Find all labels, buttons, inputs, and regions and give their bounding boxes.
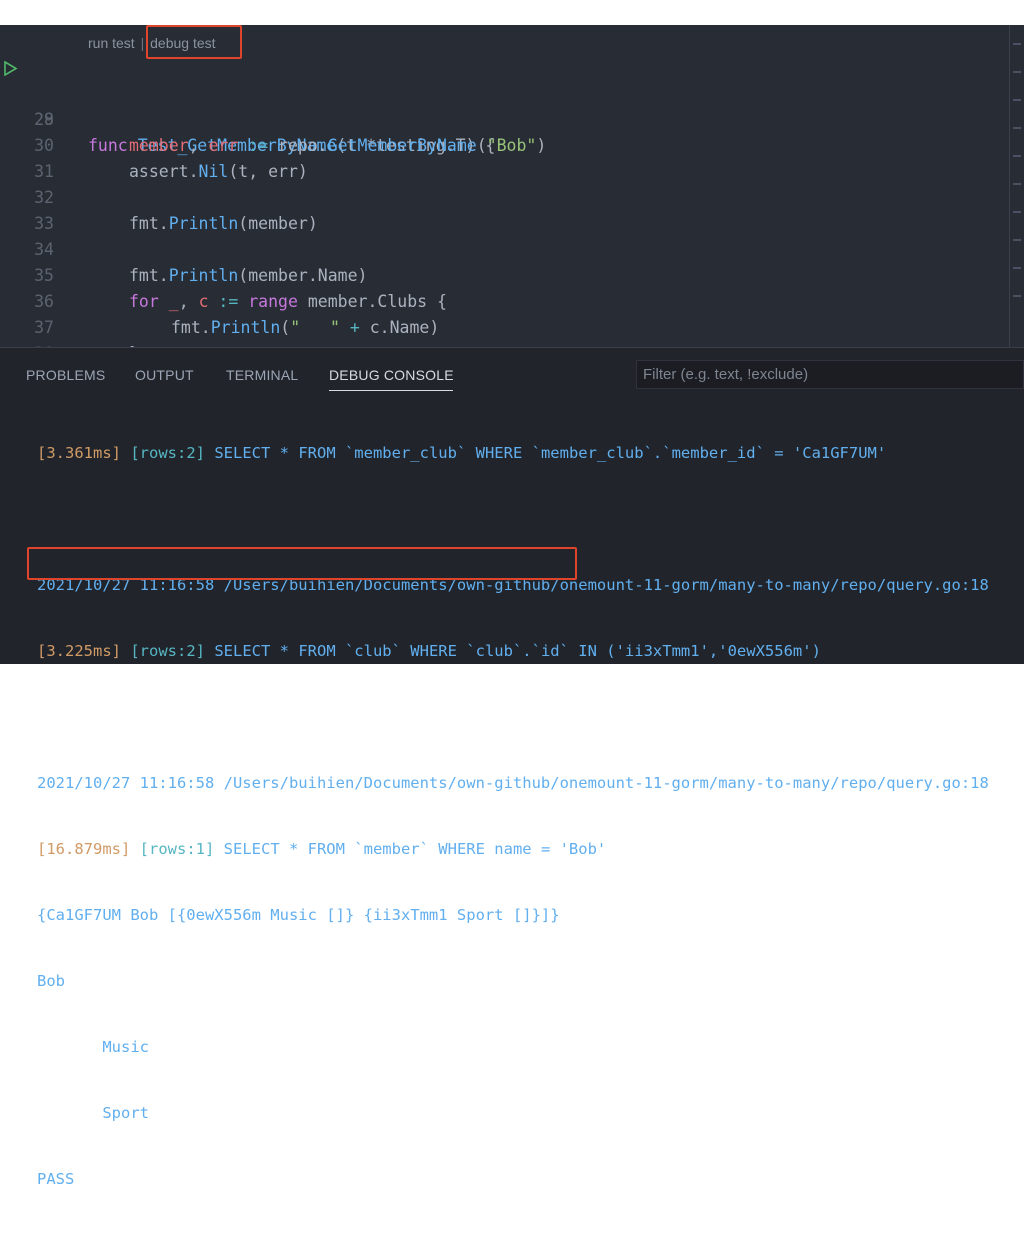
debug-test-link[interactable]: debug test <box>150 35 215 51</box>
code-line-38: 38 } <box>0 315 54 347</box>
console-line: [16.879ms] [rows:1] SELECT * FROM `membe… <box>37 840 607 858</box>
code-line-33: 33 <box>0 185 54 233</box>
panel-tabs: PROBLEMS OUTPUT TERMINAL DEBUG CONSOLE <box>0 348 1024 396</box>
run-test-link[interactable]: run test <box>88 35 135 51</box>
code-line-28: 28 func Test_GetMemberByName(t *testing.… <box>0 55 495 155</box>
code-line-30: 30 assert.Nil(t, err) <box>0 107 308 181</box>
tab-terminal[interactable]: TERMINAL <box>226 367 298 383</box>
tab-problems[interactable]: PROBLEMS <box>26 367 105 383</box>
code-line-37: 37 } <box>0 289 139 347</box>
editor-scrollbar[interactable] <box>1009 25 1024 347</box>
tab-debug-console[interactable]: DEBUG CONSOLE <box>329 367 454 383</box>
code-line-35: 35 for _, c := range member.Clubs { <box>0 237 447 311</box>
console-line: [3.225ms] [rows:2] SELECT * FROM `club` … <box>37 642 821 660</box>
bottom-panel: PROBLEMS OUTPUT TERMINAL DEBUG CONSOLE [… <box>0 347 1024 1188</box>
console-line: [3.361ms] [rows:2] SELECT * FROM `member… <box>37 444 887 462</box>
codelens: run test | debug test <box>88 35 216 51</box>
code-line-34: 34 fmt.Println(member.Name) <box>0 211 367 285</box>
console-line: Bob <box>37 972 65 990</box>
codelens-separator: | <box>140 35 145 51</box>
tab-output[interactable]: OUTPUT <box>135 367 194 383</box>
console-line: PASS <box>37 1170 75 1188</box>
code-line-36: 36 fmt.Println(" " + c.Name) <box>0 263 439 337</box>
code-line-32: 32 fmt.Println(member) <box>0 159 318 233</box>
run-test-icon[interactable] <box>3 61 18 76</box>
code-line-31: 31 <box>0 133 54 181</box>
console-line: 2021/10/27 11:16:58 /Users/buihien/Docum… <box>37 576 989 594</box>
console-line-result: {Ca1GF7UM Bob [{0ewX556m Music []} {ii3x… <box>37 906 560 924</box>
active-tab-indicator <box>329 390 453 391</box>
console-line: Music <box>37 1038 149 1056</box>
console-line: 2021/10/27 11:16:58 /Users/buihien/Docum… <box>37 774 989 792</box>
code-editor[interactable]: run test | debug test 28 func Test_GetMe… <box>0 25 1024 347</box>
code-line-29: 29 member, err := repo.GetMemberByName("… <box>0 81 546 155</box>
console-line: Sport <box>37 1104 149 1122</box>
console-filter-input[interactable] <box>636 360 1024 389</box>
debug-console-output: [3.361ms] [rows:2] SELECT * FROM `member… <box>37 398 989 1234</box>
